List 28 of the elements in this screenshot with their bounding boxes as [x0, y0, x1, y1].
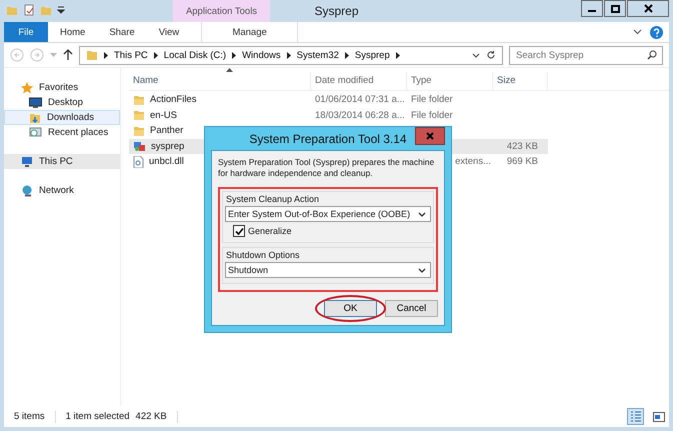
size-cell: 423 KB	[506, 140, 538, 152]
sidebar-label: Recent places	[48, 127, 108, 138]
sidebar-label: Network	[39, 185, 74, 196]
type-cell: File folder	[411, 94, 453, 106]
type-cell: File folder	[411, 110, 453, 121]
group-label: Shutdown Options	[226, 250, 301, 260]
context-group-label: Application Tools	[186, 6, 258, 17]
dialog-description: System Preparation Tool (Sysprep) prepares the machine for hardware independence and cleanup.	[218, 157, 436, 179]
sidebar-label: Favorites	[39, 82, 78, 93]
selection-size: 422 KB	[136, 411, 167, 422]
item-count: 5 items	[14, 411, 45, 422]
type-cell: extens...	[455, 156, 491, 168]
file-name: ActionFiles	[150, 94, 196, 106]
date-cell: 01/06/2014 07:31 a...	[315, 94, 405, 106]
selection-info: 1 item selected	[66, 411, 130, 422]
window-title: Sysprep	[314, 4, 359, 18]
sidebar-label: Downloads	[47, 112, 94, 123]
size-cell: 969 KB	[506, 156, 538, 168]
sidebar-label: Desktop	[48, 97, 83, 108]
file-name: Panther	[150, 125, 184, 136]
sidebar-label: This PC	[39, 156, 73, 167]
dialog-title: System Preparation Tool 3.14	[249, 132, 407, 146]
group-label: System Cleanup Action	[226, 194, 320, 204]
checkbox-label: Generalize	[248, 226, 292, 236]
file-name: sysprep	[151, 140, 184, 152]
file-name: en-US	[150, 110, 177, 121]
date-cell: 18/03/2014 06:28 a...	[315, 110, 405, 121]
file-name: unbcl.dll	[149, 156, 184, 168]
